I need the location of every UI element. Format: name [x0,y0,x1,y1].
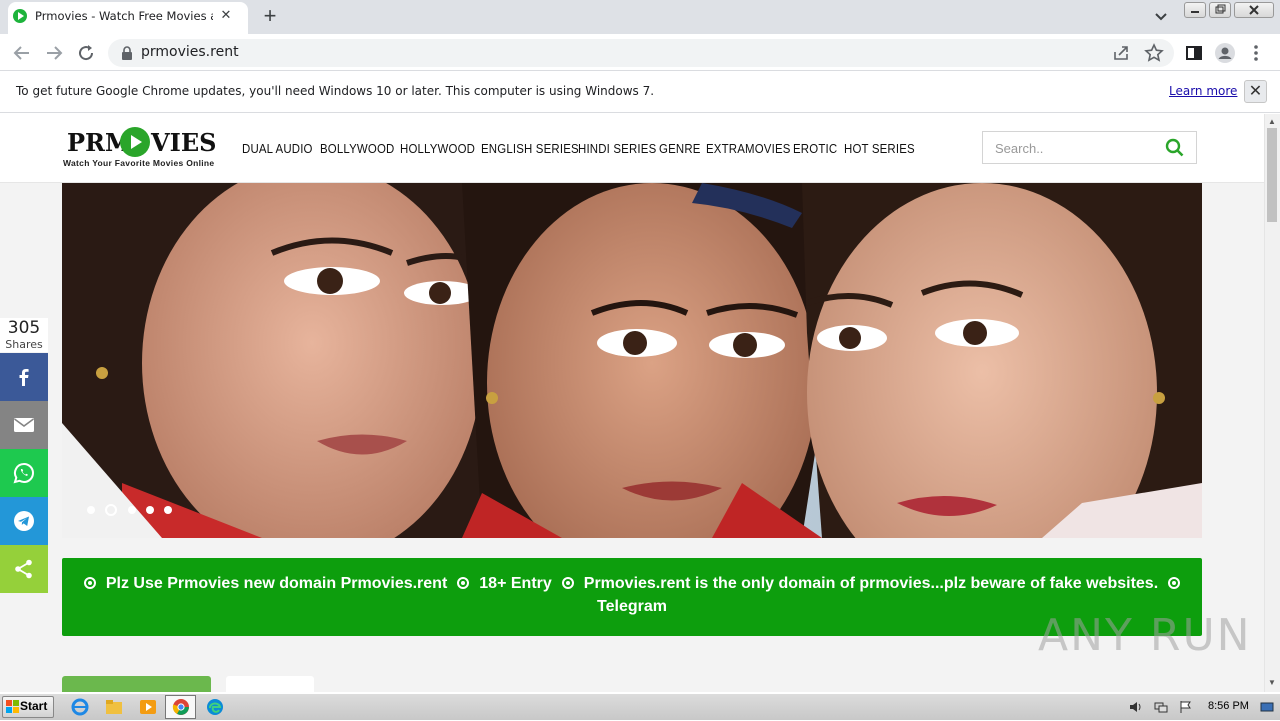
show-desktop-icon[interactable] [1260,700,1274,714]
nav-hindi-series[interactable]: HINDI SERIES [578,141,656,156]
scroll-down-icon[interactable]: ▼ [1266,678,1278,690]
chrome-icon[interactable] [172,698,190,716]
file-explorer-icon[interactable] [105,698,123,716]
scroll-thumb[interactable] [1267,128,1277,222]
email-share-button[interactable] [0,401,48,449]
chrome-menu-icon[interactable] [1244,41,1268,65]
slider-dot-4[interactable] [146,506,154,514]
anyrun-watermark: ANY RUN [1038,610,1252,661]
share-icon [15,559,32,579]
telegram-share-button[interactable] [0,497,48,545]
content-tab[interactable] [226,676,314,692]
media-player-icon[interactable] [139,698,157,716]
url-text[interactable]: prmovies.rent [141,44,239,60]
whatsapp-icon [13,462,34,484]
back-arrow-icon[interactable] [10,41,34,65]
email-icon [14,418,34,432]
notice-item-domain[interactable]: Plz Use Prmovies new domain Prmovies.ren… [106,575,447,592]
window-minimize-button[interactable] [1184,2,1206,18]
facebook-share-button[interactable] [0,353,48,401]
nav-bollywood[interactable]: BOLLYWOOD [320,141,394,156]
forward-arrow-icon[interactable] [42,41,66,65]
new-tab-button[interactable]: + [258,5,282,29]
windows-logo-icon [6,700,19,713]
nav-erotic[interactable]: EROTIC [793,141,837,156]
nav-english-series[interactable]: ENGLISH SERIES [481,141,579,156]
search-input[interactable] [995,139,1145,157]
bookmark-star-icon[interactable] [1142,41,1166,65]
hero-slide-image [62,183,1202,538]
nav-genre[interactable]: GENRE [659,141,701,156]
address-bar[interactable] [108,39,1174,67]
infobar-close-button[interactable]: ✕ [1244,80,1267,103]
side-panel-icon[interactable] [1182,41,1206,65]
notice-item-warning[interactable]: Prmovies.rent is the only domain of prmo… [584,575,1158,592]
taskbar-clock[interactable]: 8:56 PM [1208,700,1249,712]
content-tab-active[interactable] [62,676,211,692]
bullet-ring-icon [457,577,470,589]
bullet-ring-icon [1168,577,1181,589]
bullet-ring-icon [561,577,574,589]
network-icon[interactable] [1154,700,1168,714]
whatsapp-share-button[interactable] [0,449,48,497]
window-restore-button[interactable] [1209,2,1231,18]
start-label[interactable]: Start [20,699,47,713]
notice-line-1: Plz Use Prmovies new domain Prmovies.ren… [62,575,1202,593]
slider-dot-2-active[interactable] [105,504,117,516]
slider-dot-3[interactable] [128,506,136,514]
nav-extramovies[interactable]: EXTRAMOVIES [706,141,791,156]
lock-icon[interactable] [122,46,132,60]
share-page-icon[interactable] [1110,41,1134,65]
slider-dot-5[interactable] [164,506,172,514]
infobar-message: To get future Google Chrome updates, you… [16,84,655,98]
notice-item-18plus[interactable]: 18+ Entry [479,575,551,592]
facebook-icon [19,369,29,386]
tab-close-icon[interactable]: ✕ [217,6,235,24]
share-label: Shares [5,338,43,351]
tab-search-chevron-icon[interactable] [1150,6,1172,28]
volume-icon[interactable] [1129,700,1143,714]
nav-hot-series[interactable]: HOT SERIES [844,141,915,156]
share-count: 305 [7,318,41,338]
action-center-flag-icon[interactable] [1179,700,1193,714]
slider-dot-1[interactable] [87,506,95,514]
bullet-ring-icon [83,577,96,589]
logo-play-icon[interactable] [120,127,150,157]
notice-marquee [62,558,1202,636]
logo-text-right[interactable]: VIES [151,128,216,157]
nav-hollywood[interactable]: HOLLYWOOD [400,141,475,156]
learn-more-link[interactable]: Learn more [1169,84,1237,98]
more-share-button[interactable] [0,545,48,593]
hero-slider[interactable] [62,183,1202,538]
reload-icon[interactable] [74,41,98,65]
telegram-icon [14,511,34,531]
site-favicon-icon [13,9,27,23]
logo-tagline: Watch Your Favorite Movies Online [63,158,215,168]
search-icon[interactable] [1165,138,1185,158]
tab-title: Prmovies - Watch Free Movies and TV [35,9,213,23]
edge-icon[interactable] [206,698,224,716]
profile-avatar-icon[interactable] [1213,41,1237,65]
window-close-button[interactable] [1234,2,1274,18]
notice-item-telegram[interactable]: Telegram [62,598,1202,616]
internet-explorer-icon[interactable] [71,698,89,716]
nav-dual-audio[interactable]: DUAL AUDIO [242,141,313,156]
